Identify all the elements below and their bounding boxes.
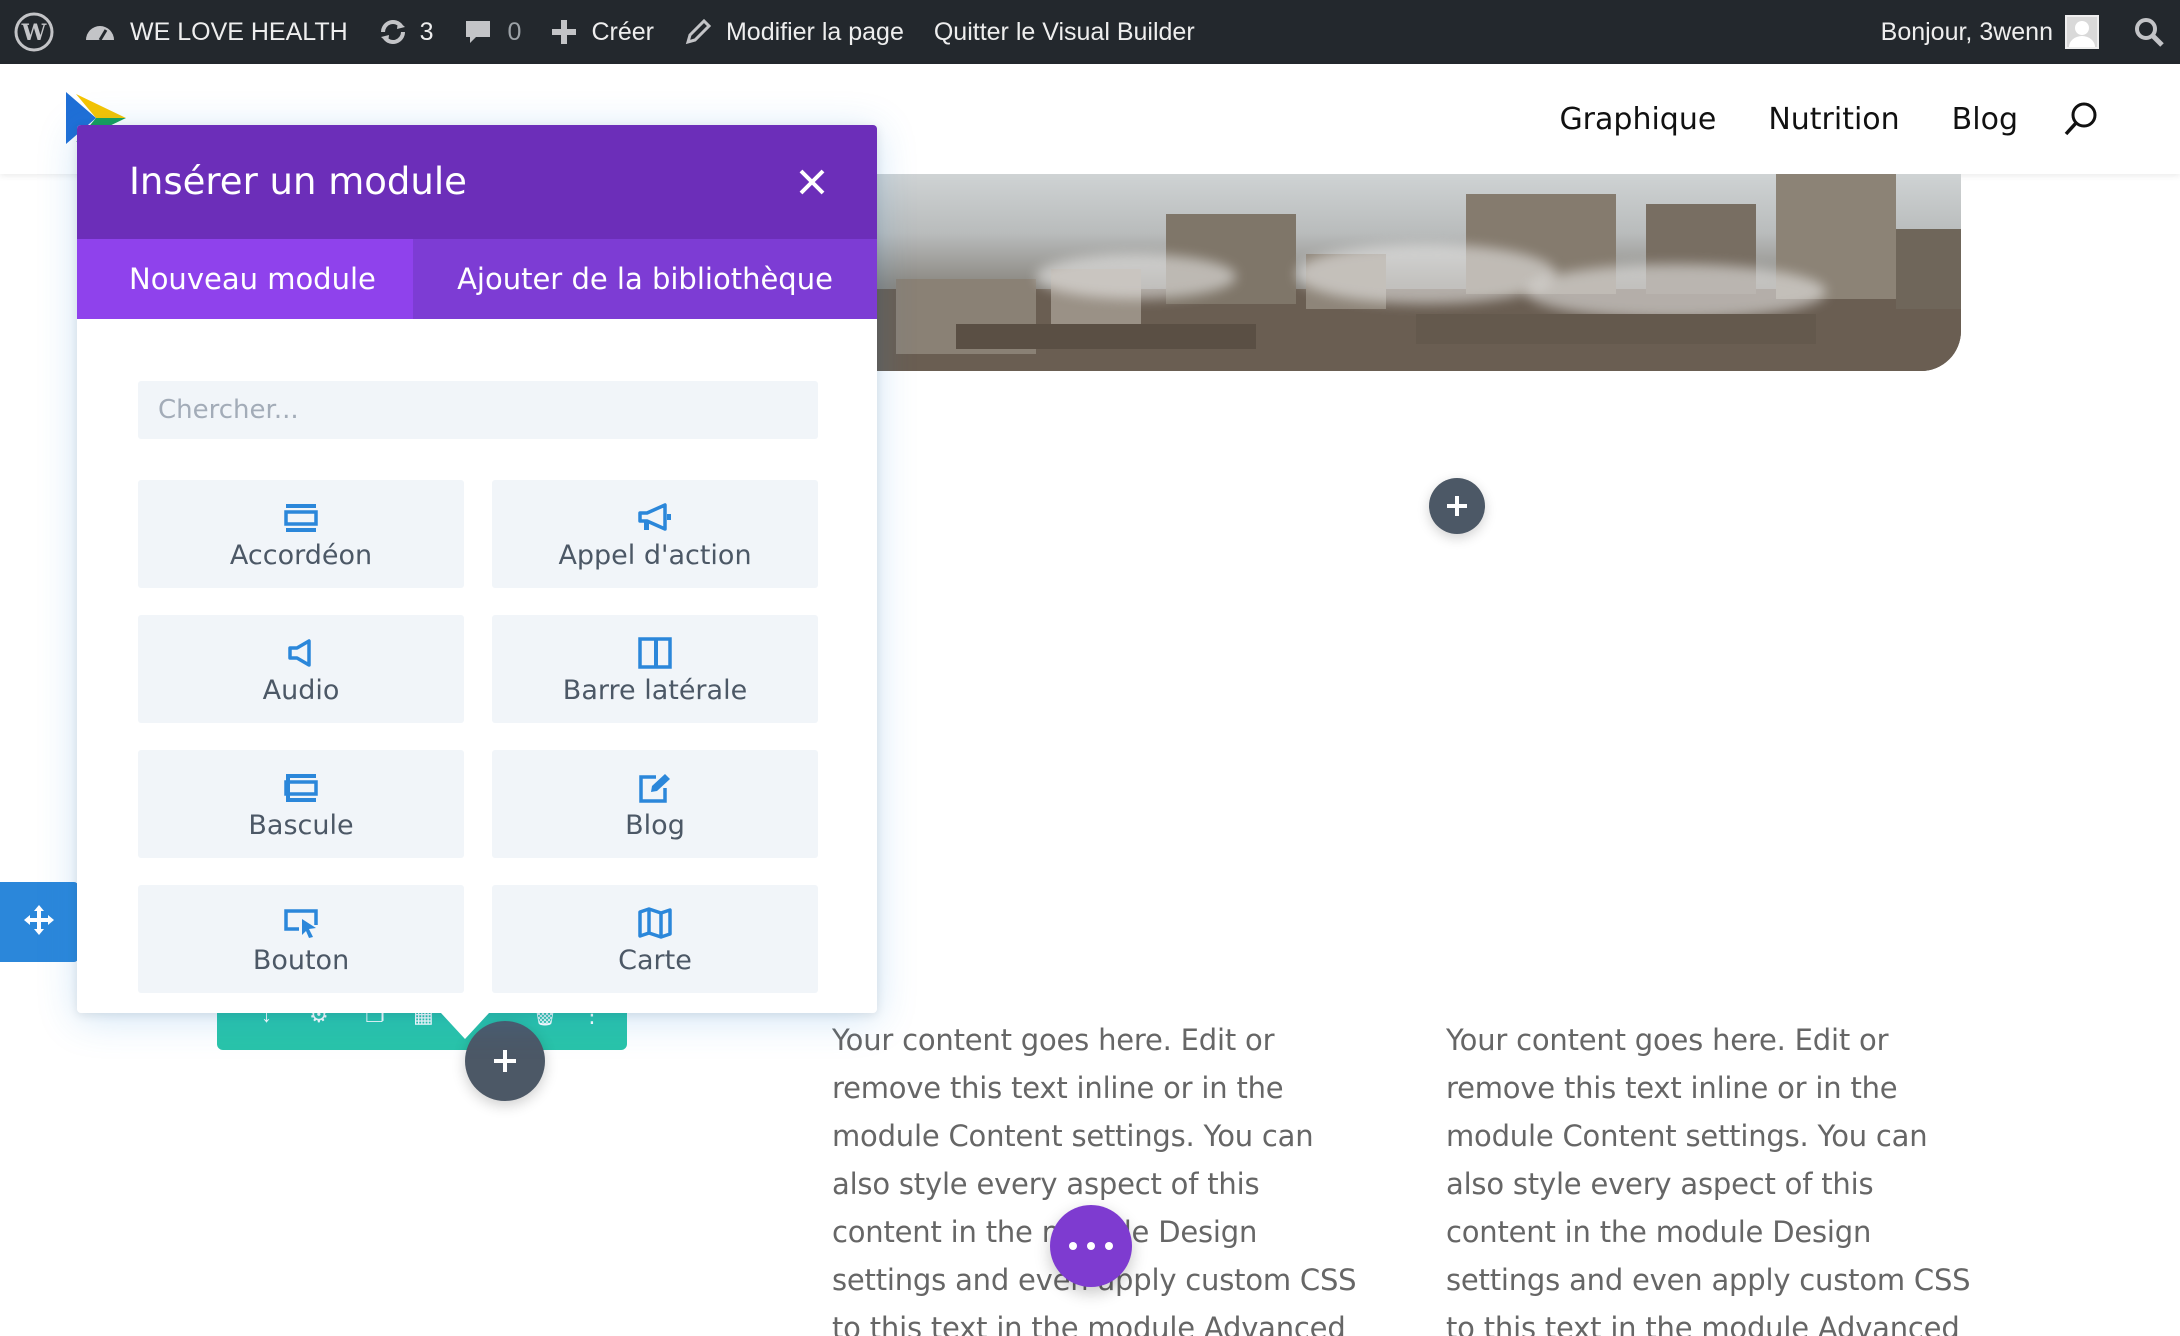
search-icon[interactable]: [2062, 100, 2100, 138]
refresh-icon: [378, 17, 408, 47]
module-label: Bouton: [252, 944, 350, 976]
megaphone-icon: [637, 500, 673, 536]
modal-tabs: Nouveau module Ajouter de la bibliothèqu…: [77, 239, 877, 319]
page-settings-menu-button[interactable]: [1050, 1205, 1132, 1287]
exit-label: Quitter le Visual Builder: [933, 17, 1195, 46]
pencil-icon: [684, 18, 712, 46]
site-name: WE LOVE HEALTH: [130, 17, 348, 46]
module-sidebar[interactable]: Barre latérale: [492, 615, 818, 723]
tab-new-module[interactable]: Nouveau module: [77, 239, 413, 319]
modal-caret: [441, 1013, 489, 1039]
module-toggle[interactable]: Bascule: [138, 750, 464, 858]
new-label: Créer: [591, 17, 654, 46]
toggle-icon: [284, 770, 318, 806]
greeting: Bonjour, 3wenn: [1880, 17, 2053, 46]
module-search-input[interactable]: [138, 381, 818, 439]
edit-page-link[interactable]: Modifier la page: [669, 0, 919, 64]
comments-count: 0: [507, 17, 522, 46]
move-icon: [24, 904, 54, 940]
text-module-2[interactable]: Your content goes here. Edit or remove t…: [1446, 1016, 1986, 1336]
admin-search-icon[interactable]: [2119, 0, 2180, 64]
main-nav: Graphique Nutrition Blog: [1507, 64, 2100, 174]
module-label: Barre latérale: [562, 674, 748, 706]
edit-label: Modifier la page: [725, 17, 904, 46]
close-icon[interactable]: [795, 165, 829, 199]
plus-icon: [551, 19, 577, 45]
updates-count: 3: [419, 17, 434, 46]
accordion-icon: [284, 500, 318, 536]
my-account-link[interactable]: Bonjour, 3wenn: [1866, 0, 2119, 64]
hero-image: [876, 174, 1961, 371]
wordpress-logo-icon[interactable]: W: [0, 0, 69, 64]
module-blog[interactable]: Blog: [492, 750, 818, 858]
comment-icon: [464, 18, 492, 46]
nav-item-blog[interactable]: Blog: [1952, 102, 2018, 137]
module-button[interactable]: Bouton: [138, 885, 464, 993]
comments-link[interactable]: 0: [449, 0, 537, 64]
updates-link[interactable]: 3: [363, 0, 449, 64]
admin-bar: W WE LOVE HEALTH 3 0 Créer Modifier la p…: [0, 0, 2180, 64]
modal-header: Insérer un module: [77, 125, 877, 239]
module-label: Bascule: [248, 809, 354, 841]
svg-text:W: W: [21, 20, 47, 46]
module-label: Appel d'action: [558, 539, 752, 571]
module-label: Accordéon: [229, 539, 373, 571]
speaker-icon: [285, 635, 317, 671]
nav-item-nutrition[interactable]: Nutrition: [1768, 102, 1899, 137]
module-label: Audio: [262, 674, 340, 706]
add-module-button[interactable]: [1429, 478, 1485, 534]
cursor-button-icon: [283, 905, 319, 941]
exit-visual-builder-link[interactable]: Quitter le Visual Builder: [919, 0, 1210, 64]
avatar: [2065, 15, 2099, 49]
modal-title: Insérer un module: [129, 160, 467, 203]
tab-add-from-library[interactable]: Ajouter de la bibliothèque: [413, 239, 877, 319]
module-label: Blog: [625, 809, 685, 841]
row-move-handle[interactable]: [0, 882, 78, 962]
module-accordion[interactable]: Accordéon: [138, 480, 464, 588]
module-label: Carte: [618, 944, 692, 976]
module-audio[interactable]: Audio: [138, 615, 464, 723]
dashboard-icon: [84, 18, 116, 46]
new-content-link[interactable]: Créer: [536, 0, 669, 64]
site-name-link[interactable]: WE LOVE HEALTH: [69, 0, 363, 64]
module-map[interactable]: Carte: [492, 885, 818, 993]
insert-module-modal: Insérer un module Nouveau module Ajouter…: [77, 125, 877, 1013]
module-call-to-action[interactable]: Appel d'action: [492, 480, 818, 588]
edit-post-icon: [638, 770, 672, 806]
sidebar-icon: [638, 635, 672, 671]
nav-item-graphique[interactable]: Graphique: [1559, 102, 1716, 137]
map-icon: [638, 905, 672, 941]
text-module-1[interactable]: Your content goes here. Edit or remove t…: [832, 1016, 1372, 1336]
